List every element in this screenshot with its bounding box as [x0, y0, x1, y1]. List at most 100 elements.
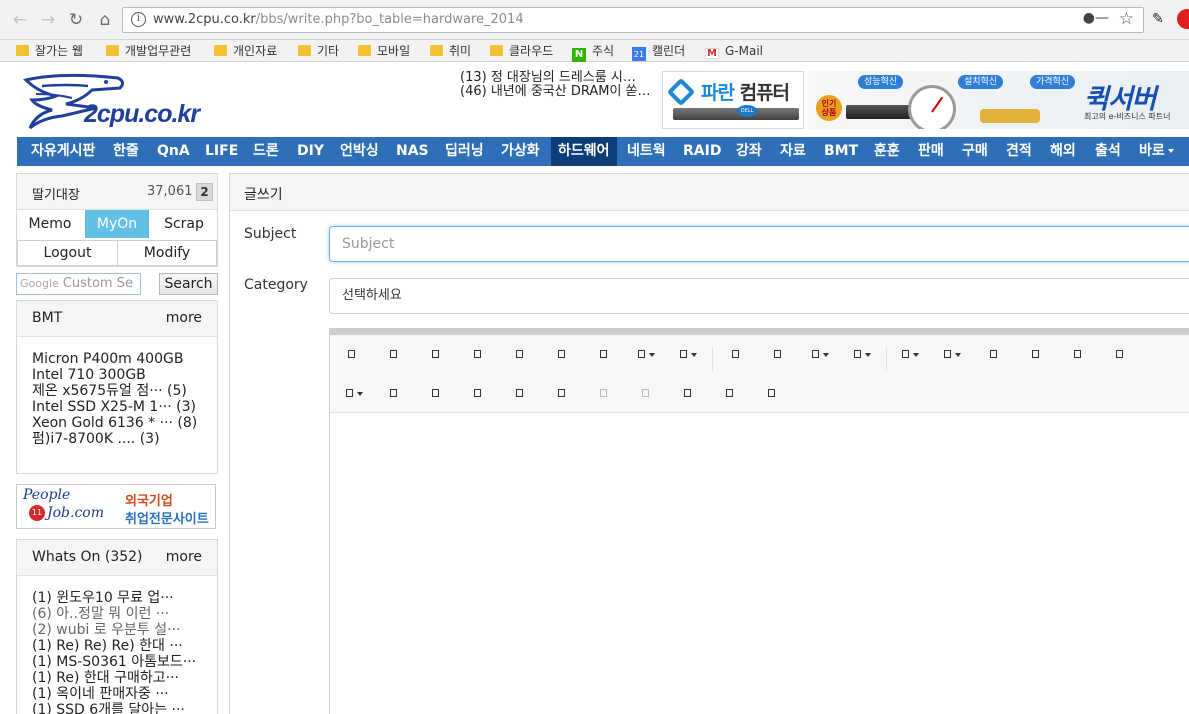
- nav-item-estimate[interactable]: 견적: [1006, 137, 1032, 166]
- toolbar-dropdown-icon[interactable]: [944, 347, 961, 363]
- list-item[interactable]: Xeon Gold 6136 * ··· (8): [32, 415, 197, 431]
- nav-item-data[interactable]: 자료: [780, 137, 806, 166]
- nav-item-free[interactable]: 자유게시판: [31, 137, 95, 166]
- toolbar-button-icon[interactable]: [558, 386, 565, 402]
- search-input[interactable]: Google Custom Se: [16, 273, 141, 295]
- toolbar-dropdown-icon[interactable]: [638, 347, 655, 363]
- list-item[interactable]: (1) Re) Re) Re) 한대 ···: [32, 638, 196, 654]
- list-item[interactable]: (6) 아..정말 뭐 이런 ···: [32, 606, 196, 622]
- bookmark-folder[interactable]: 취미: [430, 43, 471, 59]
- key-icon[interactable]: ●—: [1083, 10, 1109, 26]
- toolbar-dropdown-icon[interactable]: [902, 347, 919, 363]
- list-item[interactable]: (1) MS-S0361 아톰보드···: [32, 654, 196, 670]
- news-item[interactable]: (13) 정 대장님의 드레스룸 시…: [460, 71, 651, 85]
- home-icon[interactable]: ⌂: [93, 8, 117, 32]
- toolbar-undo-disabled-icon[interactable]: [600, 386, 607, 402]
- nav-item-unboxing[interactable]: 언박싱: [340, 137, 379, 166]
- nav-item-attendance[interactable]: 출석: [1095, 137, 1121, 166]
- tab-memo[interactable]: Memo: [17, 210, 83, 238]
- bookmark-stock[interactable]: N 주식: [572, 43, 614, 62]
- modify-button[interactable]: Modify: [117, 240, 217, 266]
- toolbar-button-icon[interactable]: [726, 386, 733, 402]
- toolbar-button-icon[interactable]: [516, 347, 523, 363]
- nav-item-buy[interactable]: 구매: [962, 137, 988, 166]
- nav-item-shortcut[interactable]: 바로: [1139, 137, 1174, 166]
- toolbar-button-icon[interactable]: [558, 347, 565, 363]
- extension-red-icon[interactable]: [1177, 9, 1189, 29]
- search-button[interactable]: Search: [159, 273, 218, 295]
- toolbar-button-icon[interactable]: [516, 386, 523, 402]
- whatson-title[interactable]: Whats On (352): [32, 549, 143, 565]
- nav-item-bmt[interactable]: BMT: [824, 137, 858, 166]
- toolbar-button-icon[interactable]: [768, 386, 775, 402]
- nav-item-drone[interactable]: 드론: [253, 137, 279, 166]
- list-item[interactable]: (1) 옥이네 판매자중 ···: [32, 686, 196, 702]
- toolbar-button-icon[interactable]: [474, 386, 481, 402]
- bookmark-calendar[interactable]: 21 캘린더: [632, 43, 685, 61]
- user-memo-badge[interactable]: 2: [196, 183, 213, 201]
- info-icon[interactable]: i: [131, 12, 146, 27]
- list-item[interactable]: Intel 710 300GB: [32, 367, 197, 383]
- forward-icon[interactable]: →: [36, 8, 60, 32]
- banner-quick-server[interactable]: 성능혁신 설치혁신 가격혁신 인기 상품 퀵서버 최고의 e-비즈니스 파트너: [808, 71, 1189, 129]
- toolbar-button-icon[interactable]: [600, 347, 607, 363]
- bookmark-folder[interactable]: 개발업무관련: [106, 43, 191, 59]
- address-bar[interactable]: i www.2cpu.co.kr/bbs/write.php?bo_table=…: [122, 7, 1144, 33]
- list-item[interactable]: (1) 윈도우10 무료 업···: [32, 590, 196, 606]
- bookmark-folder[interactable]: 잘가는 웹: [16, 43, 83, 59]
- site-logo[interactable]: 2cpu.co.kr: [22, 70, 200, 132]
- list-item[interactable]: (2) wubi 로 우분투 설···: [32, 622, 196, 638]
- news-item[interactable]: (46) 내년에 중국산 DRAM이 쏟…: [460, 85, 651, 99]
- nav-item-virtualization[interactable]: 가상화: [501, 137, 540, 166]
- nav-item-raid[interactable]: RAID: [683, 137, 721, 166]
- toolbar-button-icon[interactable]: [474, 347, 481, 363]
- bookmark-folder[interactable]: 기타: [298, 43, 339, 59]
- nav-item-warm[interactable]: 훈훈: [874, 137, 900, 166]
- whatson-more-link[interactable]: more: [166, 549, 202, 565]
- toolbar-dropdown-icon[interactable]: [854, 347, 871, 363]
- toolbar-button-icon[interactable]: [774, 347, 781, 363]
- toolbar-button-icon[interactable]: [348, 347, 355, 363]
- bookmark-folder[interactable]: 개인자료: [214, 43, 277, 59]
- toolbar-button-icon[interactable]: [432, 386, 439, 402]
- list-item[interactable]: 펌)i7-8700K .... (3): [32, 431, 197, 447]
- url-text[interactable]: www.2cpu.co.kr/bbs/write.php?bo_table=ha…: [153, 12, 524, 27]
- nav-item-nas[interactable]: NAS: [396, 137, 429, 166]
- toolbar-dropdown-icon[interactable]: [346, 386, 363, 402]
- toolbar-button-icon[interactable]: [390, 347, 397, 363]
- bookmark-folder[interactable]: 클라우드: [490, 43, 553, 59]
- logout-button[interactable]: Logout: [17, 240, 118, 266]
- list-item[interactable]: 제온 x5675듀얼 점··· (5): [32, 383, 197, 399]
- toolbar-button-icon[interactable]: [732, 347, 739, 363]
- bookmark-folder[interactable]: 모바일: [358, 43, 410, 59]
- list-item[interactable]: Micron P400m 400GB: [32, 351, 197, 367]
- nav-item-network[interactable]: 네트웍: [627, 137, 666, 166]
- bmt-title[interactable]: BMT: [32, 310, 62, 326]
- nav-item-lecture[interactable]: 강좌: [736, 137, 762, 166]
- list-item[interactable]: (1) SSD 6개를 달아는 ···: [32, 702, 196, 714]
- toolbar-button-icon[interactable]: [684, 386, 691, 402]
- nav-item-sell[interactable]: 판매: [918, 137, 944, 166]
- back-icon[interactable]: ←: [8, 8, 32, 32]
- toolbar-button-icon[interactable]: [1074, 347, 1081, 363]
- ad-people-job[interactable]: People 11 Job.com 외국기업 취업전문사이트: [16, 484, 216, 529]
- toolbar-button-icon[interactable]: [432, 347, 439, 363]
- user-name[interactable]: 딸기대장: [32, 184, 80, 203]
- subject-input[interactable]: [329, 226, 1189, 262]
- nav-item-life[interactable]: LIFE: [205, 137, 238, 166]
- bookmark-gmail[interactable]: M G-Mail: [705, 43, 763, 59]
- list-item[interactable]: Intel SSD X25-M 1··· (3): [32, 399, 197, 415]
- banner-paran-computer[interactable]: 파란 컴퓨터 DELL: [662, 71, 804, 129]
- category-select[interactable]: 선택하세요: [329, 278, 1189, 314]
- toolbar-button-icon[interactable]: [390, 386, 397, 402]
- toolbar-button-icon[interactable]: [990, 347, 997, 363]
- nav-item-deeplearning[interactable]: 딥러닝: [445, 137, 484, 166]
- extension-icon[interactable]: ✎: [1152, 11, 1164, 27]
- toolbar-redo-disabled-icon[interactable]: [642, 386, 649, 402]
- toolbar-dropdown-icon[interactable]: [680, 347, 697, 363]
- nav-item-qna[interactable]: QnA: [157, 137, 190, 166]
- toolbar-dropdown-icon[interactable]: [812, 347, 829, 363]
- bookmark-star-icon[interactable]: ☆: [1119, 9, 1134, 29]
- toolbar-button-icon[interactable]: [1032, 347, 1039, 363]
- content-editor[interactable]: [329, 328, 1189, 714]
